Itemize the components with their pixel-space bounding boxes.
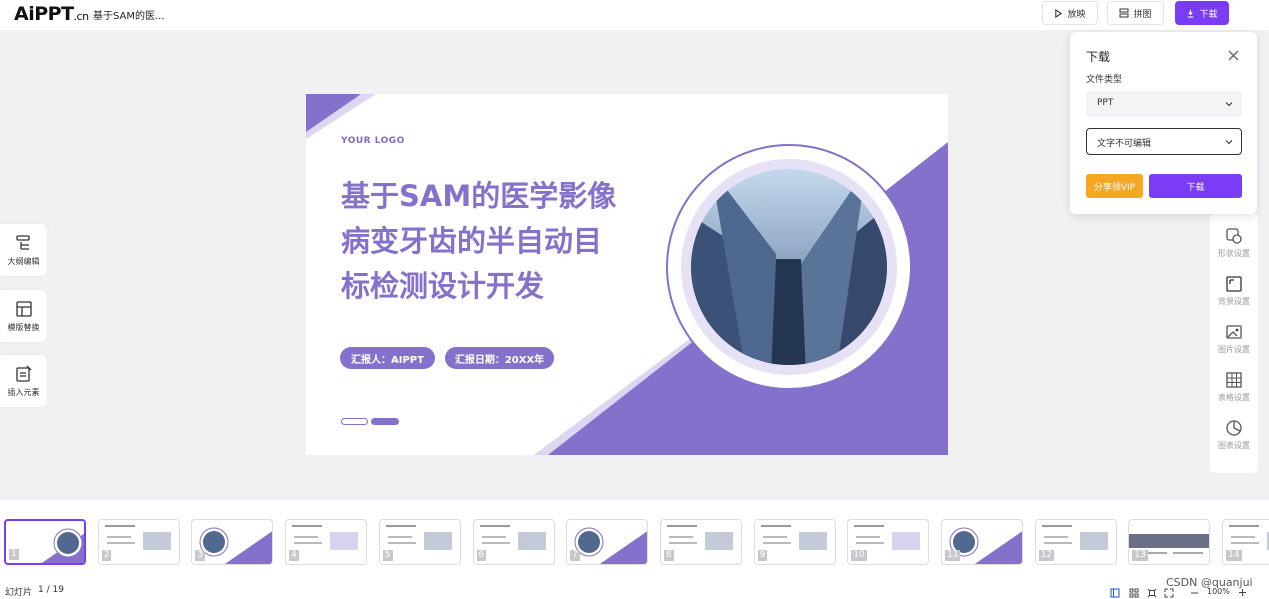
thumbnail-number: 11 (945, 550, 961, 561)
thumbnail-number: 10 (851, 550, 867, 561)
chevron-down-icon (1225, 140, 1233, 145)
background-icon (1226, 276, 1242, 292)
slide-canvas[interactable]: YOUR LOGO 基于SAM的医学影像 病变牙齿的半自动目 标检测设计开发 汇… (306, 94, 948, 455)
slide-dot-outline (341, 418, 368, 425)
thumbnail-number: 5 (382, 550, 393, 561)
edit-mode-select[interactable]: 文字不可编辑 (1086, 128, 1242, 155)
slide-counter: 1 / 19 (38, 585, 64, 595)
document-title[interactable]: 基于SAM的医... (93, 7, 165, 22)
shape-settings-tool[interactable]: 形状设置 (1210, 221, 1258, 265)
confirm-download-button[interactable]: 下载 (1149, 174, 1242, 198)
top-bar: AiPPT.cn 基于SAM的医... 放映 拼图 下载 (0, 0, 1269, 30)
chart-settings-tool[interactable]: 图表设置 (1210, 413, 1258, 457)
image-settings-tool[interactable]: 图片设置 (1210, 317, 1258, 361)
thumbnail-number: 2 (101, 550, 112, 561)
thumbnail-number: 14 (1226, 550, 1242, 561)
insert-element-icon (15, 365, 31, 382)
slide-thumbnail[interactable]: 10 (847, 519, 930, 565)
collage-icon (1119, 8, 1129, 18)
thumbnail-number: 9 (757, 550, 768, 561)
slide-label: 幻灯片 (5, 588, 33, 598)
collage-button[interactable]: 拼图 (1107, 1, 1164, 25)
thumbnail-number: 1 (9, 549, 19, 560)
shape-icon (1226, 228, 1242, 244)
thumbnail-number: 8 (663, 550, 674, 561)
thumbnail-number: 4 (289, 550, 299, 561)
slide-thumbnail[interactable]: 5 (378, 519, 461, 565)
slide-thumbnail[interactable]: 11 (941, 519, 1023, 565)
slide-thumbnail[interactable]: 13 (1128, 519, 1211, 565)
outline-edit-tool[interactable]: 大纲编辑 (0, 224, 47, 276)
fullscreen-icon[interactable] (1164, 588, 1174, 598)
slide-thumbnail[interactable]: 8 (659, 519, 742, 565)
insert-element-tool[interactable]: 插入元素 (0, 355, 47, 407)
table-icon (1226, 372, 1242, 388)
slide-thumbnail[interactable]: 2 (97, 519, 180, 565)
close-icon[interactable] (1228, 50, 1239, 61)
slide-logo-text[interactable]: YOUR LOGO (341, 136, 405, 146)
reporter-pill[interactable]: 汇报人：AIPPT (340, 347, 435, 369)
slide-dot-filled (371, 418, 399, 425)
slide-thumbnail[interactable]: 14 (1222, 519, 1269, 565)
slide-thumbnail[interactable]: 1 (4, 519, 86, 565)
share-vip-button[interactable]: 分享领VIP (1086, 174, 1143, 198)
slide-thumbnail[interactable]: 9 (753, 519, 836, 565)
slide-thumbnail[interactable]: 6 (472, 519, 555, 565)
template-replace-tool[interactable]: 模版替换 (0, 290, 47, 342)
template-icon (15, 300, 32, 317)
thumbnail-number: 3 (195, 550, 206, 561)
normal-view-icon[interactable] (1110, 588, 1120, 598)
grid-view-icon[interactable] (1129, 588, 1139, 598)
zoom-out-icon[interactable] (1190, 590, 1199, 596)
file-type-label: 文件类型 (1086, 75, 1123, 85)
download-panel: 下载 文件类型 PPT 文字不可编辑 分享领VIP 下载 (1070, 32, 1257, 214)
thumbnail-strip: 1 2 3 4 5 6 7 8 9 10 11 12 13 14 (0, 500, 1269, 578)
slide-thumbnail[interactable]: 3 (191, 519, 274, 565)
download-panel-title: 下载 (1086, 50, 1111, 64)
image-icon (1226, 325, 1242, 339)
play-icon (1055, 8, 1063, 18)
slide-thumbnail[interactable]: 4 (285, 519, 368, 565)
play-button[interactable]: 放映 (1042, 1, 1098, 25)
slide-thumbnail[interactable]: 7 (566, 519, 649, 565)
chevron-down-icon (1225, 102, 1233, 107)
thumbnail-number: 13 (1132, 550, 1148, 561)
app-logo[interactable]: AiPPT.cn (14, 3, 89, 28)
slide-thumbnail[interactable]: 12 (1034, 519, 1117, 565)
thumbnail-number: 7 (570, 550, 580, 561)
chart-icon (1226, 420, 1242, 436)
table-settings-tool[interactable]: 表格设置 (1210, 365, 1258, 409)
background-settings-tool[interactable]: 背景设置 (1210, 269, 1258, 313)
outline-icon (15, 234, 30, 250)
download-icon (1188, 9, 1194, 18)
right-settings-panel: 形状设置 背景设置 图片设置 表格设置 图表设置 (1210, 213, 1258, 473)
csdn-watermark: CSDN @quanjui (1166, 576, 1253, 589)
thumbnail-number: 6 (476, 550, 487, 561)
fit-screen-icon[interactable] (1147, 588, 1157, 598)
file-type-select[interactable]: PPT (1086, 91, 1242, 117)
report-date-pill[interactable]: 汇报日期：20XX年 (445, 347, 554, 369)
download-button[interactable]: 下载 (1175, 1, 1229, 25)
thumbnail-number: 12 (1038, 550, 1055, 561)
slide-title[interactable]: 基于SAM的医学影像 病变牙齿的半自动目 标检测设计开发 (341, 174, 616, 309)
status-bar: 幻灯片 1 / 19 100% (0, 578, 1269, 599)
zoom-in-icon[interactable] (1238, 588, 1247, 597)
